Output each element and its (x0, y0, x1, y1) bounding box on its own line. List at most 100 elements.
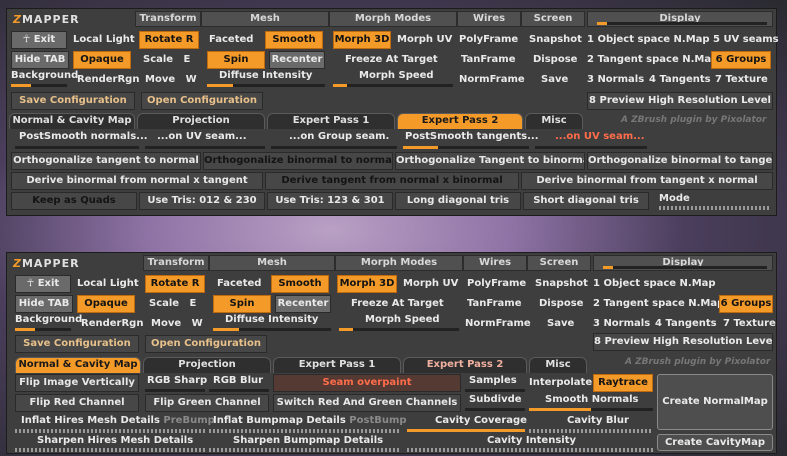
polyframe-toggle[interactable]: PolyFrame (459, 32, 518, 48)
snapshot-button[interactable]: Snapshot (529, 32, 582, 48)
cavity-intensity-slider[interactable] (407, 448, 653, 452)
smooth-normals-slider[interactable] (529, 408, 653, 411)
display-tangents-2[interactable]: 4 Tangents (655, 316, 717, 332)
orthogonalize-binormal-to-normal[interactable]: Orthogonalize binormal to normal (203, 152, 393, 170)
keep-as-quads-button[interactable]: Keep as Quads (11, 192, 137, 210)
tab-expert-pass-1[interactable]: Expert Pass 1 (267, 113, 395, 129)
derive-binormal-from-tangent-x-normal[interactable]: Derive binormal from tangent x normal (521, 172, 773, 190)
normframe-toggle-2[interactable]: NormFrame (465, 316, 531, 332)
open-configuration-button[interactable]: Open Configuration (141, 92, 263, 110)
morph-uv-toggle[interactable]: Morph UV (397, 32, 452, 48)
tab-normal-cavity-map-2[interactable]: Normal & Cavity Map (15, 357, 141, 373)
save-configuration-button[interactable]: Save Configuration (11, 92, 135, 110)
flip-image-vertically-button[interactable]: Flip Image Vertically (15, 374, 139, 392)
morph-speed-slider[interactable] (333, 84, 453, 87)
display-tangent-space-nmap[interactable]: 2 Tangent space N.Map (587, 52, 718, 68)
flip-red-channel-button[interactable]: Flip Red Channel (15, 394, 139, 412)
tab-projection-2[interactable]: Projection (143, 357, 271, 373)
freeze-at-target-button-2[interactable]: Freeze At Target (351, 296, 444, 312)
diffuse-intensity-slider[interactable] (207, 84, 325, 87)
preview-high-resolution-button[interactable]: 8 Preview High Resolution Level (587, 92, 773, 110)
postsmooth-tangents-slider[interactable] (403, 146, 529, 149)
hide-tab-button[interactable]: Hide TAB (11, 51, 69, 69)
rgb-sharp-slider[interactable] (145, 389, 205, 392)
display-groups-2[interactable]: 6 Groups (719, 295, 773, 313)
diffuse-intensity-slider-2[interactable] (213, 328, 331, 331)
mode-slider[interactable] (659, 206, 769, 210)
tab-expert-pass-2-2[interactable]: Expert Pass 2 (403, 357, 527, 373)
display-tangents[interactable]: 4 Tangents (649, 72, 711, 88)
morph-uv-toggle-2[interactable]: Morph UV (403, 276, 458, 292)
morph-3d-button-2[interactable]: Morph 3D (337, 275, 397, 293)
on-uv-seam-tangents-slider[interactable] (535, 146, 647, 149)
save-button[interactable]: Save (541, 72, 568, 88)
postsmooth-normals-slider[interactable] (15, 146, 139, 149)
normframe-toggle[interactable]: NormFrame (459, 72, 525, 88)
seam-overpaint-slider[interactable]: Seam overpaint (273, 374, 461, 392)
rotate-button[interactable]: Rotate R (139, 31, 199, 49)
use-tris-123-301-button[interactable]: Use Tris: 123 & 301 (267, 192, 393, 210)
display-tangent-space-nmap-2[interactable]: 2 Tangent space N.Map (593, 296, 724, 312)
raytrace-button[interactable]: Raytrace (593, 374, 653, 392)
tab-expert-pass-2[interactable]: Expert Pass 2 (397, 113, 523, 129)
polyframe-toggle-2[interactable]: PolyFrame (467, 276, 526, 292)
display-slider-2[interactable] (603, 266, 767, 269)
recenter-button-2[interactable]: Recenter (275, 295, 331, 313)
tab-projection[interactable]: Projection (137, 113, 265, 129)
local-light-toggle[interactable]: Local Light (73, 32, 135, 48)
create-cavitymap-button[interactable]: Create CavityMap (657, 434, 773, 451)
move-button[interactable]: Move W (145, 72, 197, 88)
create-normalmap-button[interactable]: Create NormalMap (657, 374, 773, 430)
morph-speed-slider-2[interactable] (339, 328, 459, 331)
dispose-button-2[interactable]: Dispose (539, 296, 583, 312)
opaque-button-2[interactable]: Opaque (77, 295, 135, 313)
move-button-2[interactable]: Move W (151, 316, 203, 332)
short-diagonal-tris-button[interactable]: Short diagonal tris (523, 192, 649, 210)
display-texture-2[interactable]: 7 Texture (723, 316, 776, 332)
tab-expert-pass-1-2[interactable]: Expert Pass 1 (273, 357, 401, 373)
save-configuration-button-2[interactable]: Save Configuration (15, 335, 139, 353)
subdivide-slider[interactable] (465, 408, 525, 411)
tab-misc-2[interactable]: Misc (529, 357, 587, 373)
display-object-space-nmap[interactable]: 1 Object space N.Map (587, 32, 710, 48)
flip-green-channel-button[interactable]: Flip Green Channel (145, 394, 269, 412)
use-tris-012-230-button[interactable]: Use Tris: 012 & 230 (139, 192, 265, 210)
exit-button-2[interactable]: ☥ Exit (15, 275, 71, 293)
orthogonalize-tangent-to-normal[interactable]: Orthogonalize tangent to normal (11, 152, 201, 170)
long-diagonal-tris-button[interactable]: Long diagonal tris (395, 192, 521, 210)
display-texture[interactable]: 7 Texture (715, 72, 768, 88)
local-light-toggle-2[interactable]: Local Light (77, 276, 139, 292)
tanframe-toggle[interactable]: TanFrame (461, 52, 515, 68)
freeze-at-target-button[interactable]: Freeze At Target (345, 52, 438, 68)
rgb-blur-slider[interactable] (209, 389, 269, 392)
background-slider[interactable] (11, 84, 67, 87)
dispose-button[interactable]: Dispose (533, 52, 577, 68)
display-normals[interactable]: 3 Normals (587, 72, 644, 88)
switch-red-green-channels-button[interactable]: Switch Red And Green Channels (273, 394, 461, 412)
hide-tab-button-2[interactable]: Hide TAB (15, 295, 73, 313)
derive-tangent-from-normal-x-binormal[interactable]: Derive tangent from normal x binormal (265, 172, 519, 190)
interpolate-toggle[interactable]: Interpolate (529, 375, 592, 391)
background-button[interactable]: Background (11, 68, 78, 84)
spin-button-2[interactable]: Spin (213, 295, 271, 313)
smooth-button-2[interactable]: Smooth (271, 275, 329, 293)
on-group-seam-slider[interactable] (271, 146, 397, 149)
orthogonalize-binormal-to-tangent[interactable]: Orthogonalize binormal to tangent (587, 152, 773, 170)
cavity-coverage-slider[interactable] (407, 429, 525, 432)
background-button-2[interactable]: Background (15, 312, 82, 328)
tanframe-toggle-2[interactable]: TanFrame (467, 296, 521, 312)
exit-button[interactable]: ☥ Exit (11, 31, 67, 49)
open-configuration-button-2[interactable]: Open Configuration (145, 335, 267, 353)
tab-normal-cavity-map[interactable]: Normal & Cavity Map (9, 113, 135, 129)
sharpen-hires-slider[interactable] (15, 448, 205, 452)
display-groups[interactable]: 6 Groups (711, 51, 771, 69)
tab-misc[interactable]: Misc (525, 113, 583, 129)
faceted-toggle-2[interactable]: Faceted (217, 276, 261, 292)
sharpen-bumpmap-slider[interactable] (209, 448, 399, 452)
display-normals-2[interactable]: 3 Normals (593, 316, 650, 332)
snapshot-button-2[interactable]: Snapshot (535, 276, 588, 292)
opaque-button[interactable]: Opaque (73, 51, 131, 69)
background-slider-2[interactable] (15, 328, 71, 331)
orthogonalize-tangent-to-binormal[interactable]: Orthogonalize Tangent to binormal (395, 152, 585, 170)
display-slider[interactable] (597, 22, 767, 25)
